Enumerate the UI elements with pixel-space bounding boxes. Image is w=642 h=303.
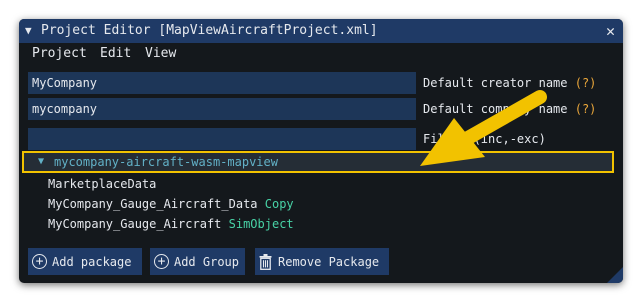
- company-name-help[interactable]: (?): [575, 102, 597, 116]
- title-bar[interactable]: ▼ Project Editor [MapViewAircraftProject…: [19, 19, 623, 43]
- remove-package-label: Remove Package: [278, 254, 380, 269]
- company-name-label-text: Default company name: [423, 102, 568, 116]
- remove-package-button[interactable]: Remove Package: [255, 248, 389, 275]
- menu-edit[interactable]: Edit: [100, 43, 131, 65]
- menu-view[interactable]: View: [145, 43, 176, 65]
- collapse-triangle-icon[interactable]: ▼: [25, 19, 32, 43]
- plus-circle-icon: +: [32, 254, 47, 269]
- tree-item-label: MarketplaceData: [48, 177, 157, 191]
- trash-icon: [259, 253, 272, 270]
- add-package-label: Add package: [52, 254, 132, 269]
- creator-name-help[interactable]: (?): [575, 76, 597, 90]
- tree-item-gauge-aircraft[interactable]: MyCompany_Gauge_Aircraft SimObject: [48, 214, 294, 234]
- filter-input[interactable]: [28, 128, 416, 150]
- menu-bar: Project Edit View: [19, 43, 623, 65]
- tree-item-tag: Copy: [264, 197, 294, 211]
- close-icon[interactable]: ✕: [606, 19, 615, 43]
- tree-item-marketplacedata[interactable]: MarketplaceData: [48, 174, 156, 194]
- resize-grip-icon[interactable]: [607, 267, 623, 283]
- filter-label: Filter (inc,-exc): [423, 132, 546, 146]
- tree-item-gauge-aircraft-data[interactable]: MyCompany_Gauge_Aircraft_Data Copy: [48, 194, 294, 214]
- tree-root-label: mycompany-aircraft-wasm-mapview: [54, 155, 278, 169]
- tree-item-tag: SimObject: [228, 217, 294, 231]
- add-group-button[interactable]: + Add Group: [150, 248, 245, 275]
- company-name-label: Default company name (?): [423, 98, 596, 120]
- window-title: Project Editor [MapViewAircraftProject.x…: [41, 23, 378, 38]
- add-package-button[interactable]: + Add package: [28, 248, 142, 275]
- project-editor-window: ▼ Project Editor [MapViewAircraftProject…: [19, 19, 623, 283]
- tree-item-label: MyCompany_Gauge_Aircraft_Data: [48, 197, 258, 211]
- expand-arrow-icon[interactable]: ▼: [38, 153, 44, 171]
- creator-name-input[interactable]: MyCompany: [28, 72, 416, 94]
- company-name-input[interactable]: mycompany: [28, 98, 416, 120]
- menu-project[interactable]: Project: [32, 43, 87, 65]
- creator-name-label: Default creator name (?): [423, 72, 596, 94]
- creator-name-label-text: Default creator name: [423, 76, 568, 90]
- tree-root-row[interactable]: ▼ mycompany-aircraft-wasm-mapview: [22, 151, 614, 173]
- tree-item-label: MyCompany_Gauge_Aircraft: [48, 217, 222, 231]
- add-group-label: Add Group: [173, 254, 239, 269]
- plus-circle-icon: +: [154, 254, 169, 269]
